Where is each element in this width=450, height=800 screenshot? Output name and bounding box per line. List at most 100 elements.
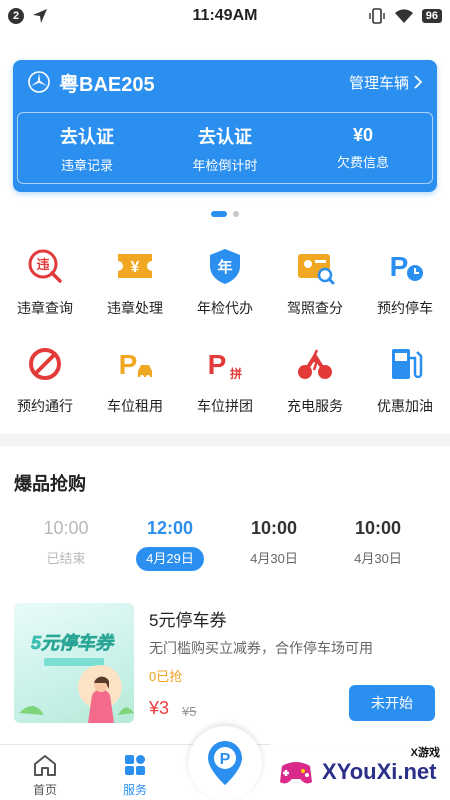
stat-label: 年检倒计时 bbox=[192, 157, 258, 173]
time-slots: 10:00 已结束 12:00 4月29日 10:00 4月30日 10:00 … bbox=[0, 518, 450, 571]
group-icon-glyph: 拼 bbox=[230, 366, 242, 381]
fuel-pump-icon bbox=[385, 344, 425, 384]
pager-dot-active bbox=[211, 211, 227, 217]
service-label: 预约停车 bbox=[377, 300, 433, 316]
time-slot-ended[interactable]: 10:00 已结束 bbox=[14, 518, 118, 571]
product-sold-count: 0已抢 bbox=[149, 669, 183, 684]
inspection-icon-glyph: 年 bbox=[217, 258, 232, 276]
carousel-pager bbox=[0, 211, 450, 217]
stat-value: ¥0 bbox=[352, 125, 374, 145]
tab-label: 首页 bbox=[32, 783, 57, 797]
product-image[interactable]: 5元停车券 bbox=[14, 603, 134, 723]
manage-vehicles-link[interactable]: 管理车辆 bbox=[349, 72, 423, 93]
service-reserve-parking[interactable]: P 预约停车 bbox=[360, 236, 450, 334]
no-entry-icon bbox=[25, 344, 65, 384]
notification-badge: 2 bbox=[8, 8, 24, 24]
slot-time: 12:00 bbox=[146, 518, 194, 538]
product-description: 无门槛购买立减券，合作停车场可用 bbox=[149, 640, 373, 656]
stat-label: 违章记录 bbox=[60, 157, 113, 173]
coupon-image-text: 5元停车券 bbox=[31, 633, 115, 653]
watermark-text: XYouXi.net bbox=[322, 759, 437, 784]
time-slot-active[interactable]: 12:00 4月29日 bbox=[118, 518, 222, 571]
pager-dot bbox=[233, 211, 239, 217]
service-violation-handle[interactable]: ¥ 违章处理 bbox=[90, 236, 180, 334]
slot-label: 4月30日 bbox=[250, 551, 298, 566]
vehicle-card[interactable]: 粤BAE205 管理车辆 去认证 违章记录 去认证 年检倒计时 ¥0 欠费信息 bbox=[13, 60, 437, 192]
parking-pin-icon: P bbox=[208, 741, 242, 785]
status-bar: 2 11:49AM 96 bbox=[0, 0, 450, 32]
service-label: 违章查询 bbox=[17, 300, 73, 316]
service-fuel-discount[interactable]: 优惠加油 bbox=[360, 334, 450, 432]
parking-clock-icon: P bbox=[385, 246, 425, 286]
slot-time: 10:00 bbox=[43, 518, 89, 538]
service-annual-inspection[interactable]: 年 年检代办 bbox=[180, 236, 270, 334]
chevron-right-icon bbox=[414, 75, 423, 89]
wifi-icon bbox=[394, 9, 413, 23]
tab-home[interactable]: 首页 bbox=[0, 745, 90, 800]
service-parking-rent[interactable]: P 车位租用 bbox=[90, 334, 180, 432]
parking-icon-glyph: P bbox=[119, 349, 138, 380]
service-label: 车位租用 bbox=[107, 398, 163, 414]
stat-inspection-countdown[interactable]: 去认证 年检倒计时 bbox=[156, 113, 294, 183]
slot-label: 4月29日 bbox=[136, 547, 204, 571]
service-violation-query[interactable]: 违 违章查询 bbox=[0, 236, 90, 334]
stat-value: 去认证 bbox=[60, 126, 114, 147]
service-label: 优惠加油 bbox=[377, 398, 433, 414]
flash-sale-title: 爆品抢购 bbox=[14, 474, 86, 494]
stat-value: 去认证 bbox=[198, 126, 252, 147]
annual-inspection-shield-icon: 年 bbox=[205, 246, 245, 286]
service-label: 年检代办 bbox=[197, 300, 253, 316]
time-slot[interactable]: 10:00 4月30日 bbox=[222, 518, 326, 571]
vehicle-stats: 去认证 违章记录 去认证 年检倒计时 ¥0 欠费信息 bbox=[17, 112, 433, 184]
violation-icon-glyph: 违 bbox=[36, 257, 49, 272]
ticket-icon-glyph: ¥ bbox=[131, 259, 140, 276]
home-icon bbox=[34, 755, 56, 776]
parking-rent-icon: P bbox=[115, 344, 155, 384]
service-label: 充电服务 bbox=[287, 398, 343, 414]
stat-fees-owed[interactable]: ¥0 欠费信息 bbox=[294, 113, 432, 183]
parking-group-icon: P 拼 bbox=[205, 344, 245, 384]
service-parking-group[interactable]: P 拼 车位拼团 bbox=[180, 334, 270, 432]
gamepad-logo-icon bbox=[280, 762, 312, 784]
license-points-icon bbox=[295, 246, 335, 286]
slot-label: 已结束 bbox=[46, 551, 86, 566]
stat-violation-record[interactable]: 去认证 违章记录 bbox=[18, 113, 156, 183]
tab-services[interactable]: 服务 bbox=[90, 745, 180, 800]
service-charging[interactable]: 充电服务 bbox=[270, 334, 360, 432]
product-price: ¥3 bbox=[149, 698, 170, 718]
service-license-points[interactable]: 驾照查分 bbox=[270, 236, 360, 334]
violation-search-icon: 违 bbox=[25, 246, 65, 286]
center-button-glyph: P bbox=[220, 751, 231, 768]
services-grid-icon bbox=[125, 755, 145, 775]
parking-icon-glyph: P bbox=[390, 251, 409, 282]
service-label: 违章处理 bbox=[107, 300, 163, 316]
tab-label: 服务 bbox=[122, 783, 147, 797]
time-slot[interactable]: 10:00 4月30日 bbox=[326, 518, 430, 571]
section-divider bbox=[0, 434, 450, 446]
parking-center-button[interactable]: P bbox=[188, 726, 262, 800]
vibrate-icon bbox=[369, 8, 385, 24]
charging-icon bbox=[295, 344, 335, 384]
parking-coupon-illustration: 5元停车券 bbox=[19, 633, 134, 723]
not-started-button[interactable]: 未开始 bbox=[349, 685, 435, 721]
stat-label: 欠费信息 bbox=[336, 155, 389, 170]
watermark: XYouXi.net X游戏 bbox=[270, 744, 450, 800]
service-label: 驾照查分 bbox=[287, 300, 343, 316]
service-grid: 违 违章查询 ¥ 违章处理 年 年检代办 驾照查分 P 预约停车 预约通行 P … bbox=[0, 236, 450, 432]
service-label: 预约通行 bbox=[17, 398, 73, 414]
license-plate: 粤BAE205 bbox=[59, 73, 155, 96]
product-title[interactable]: 5元停车券 bbox=[149, 606, 226, 631]
slot-time: 10:00 bbox=[354, 518, 402, 538]
service-reserve-access[interactable]: 预约通行 bbox=[0, 334, 90, 432]
slot-time: 10:00 bbox=[250, 518, 298, 538]
battery-indicator: 96 bbox=[421, 9, 442, 23]
car-brand-logo-icon bbox=[28, 71, 50, 93]
parking-icon-glyph: P bbox=[208, 349, 227, 380]
location-arrow-icon bbox=[33, 9, 47, 23]
manage-vehicles-label: 管理车辆 bbox=[348, 74, 409, 92]
watermark-subtext: X游戏 bbox=[410, 747, 440, 759]
service-label: 车位拼团 bbox=[197, 398, 253, 414]
violation-ticket-icon: ¥ bbox=[115, 246, 155, 286]
slot-label: 4月30日 bbox=[354, 551, 402, 566]
product-original-price: ¥5 bbox=[182, 704, 197, 719]
